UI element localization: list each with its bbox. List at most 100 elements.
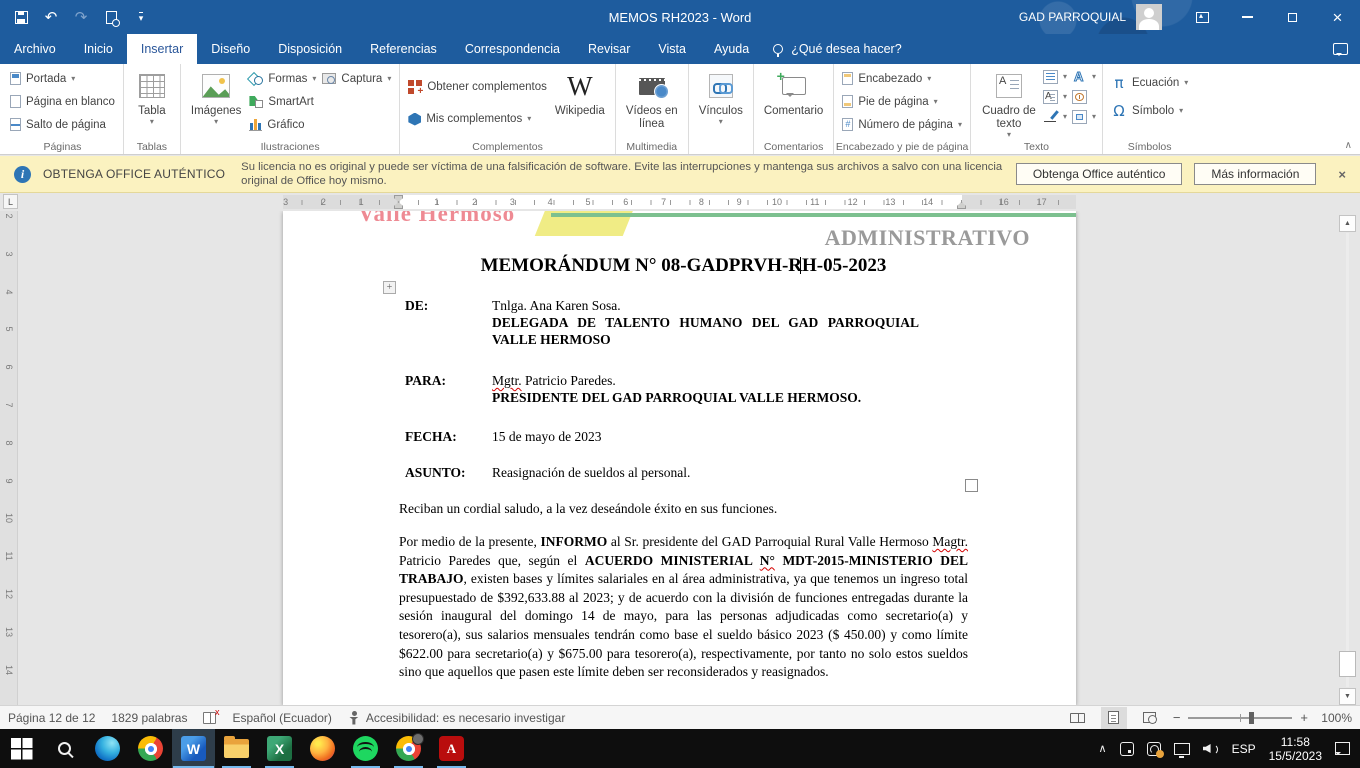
sync-tray-icon[interactable] (1147, 742, 1161, 756)
tab-archivo[interactable]: Archivo (0, 34, 70, 64)
simbolo-button[interactable]: ΩSímbolo▾ (1108, 99, 1191, 123)
tab-insertar[interactable]: Insertar (127, 34, 197, 64)
print-layout-button[interactable] (1101, 707, 1127, 729)
tab-ayuda[interactable]: Ayuda (700, 34, 763, 64)
scrollbar-thumb[interactable] (1339, 651, 1356, 677)
taskbar-edge-button[interactable] (86, 729, 129, 768)
imagenes-button[interactable]: Imágenes ▾ (186, 67, 247, 128)
wordart-button[interactable]: ▾ (1071, 69, 1097, 85)
taskbar-chrome-button[interactable] (129, 729, 172, 768)
tab-correspondencia[interactable]: Correspondencia (451, 34, 574, 64)
action-center-button[interactable] (1335, 742, 1350, 755)
undo-button[interactable]: ↶ (42, 8, 60, 26)
scrollbar-track[interactable] (1346, 233, 1349, 687)
smartart-button[interactable]: SmartArt (246, 90, 319, 113)
customize-qat-button[interactable]: ▾ (132, 8, 150, 26)
collapse-ribbon-button[interactable]: ∧ (1345, 140, 1352, 151)
vinculos-button[interactable]: Vínculos ▾ (694, 67, 748, 128)
taskbar-explorer-button[interactable] (215, 729, 258, 768)
mis-complementos-button[interactable]: Mis complementos▾ (405, 106, 550, 132)
minimize-button[interactable] (1225, 0, 1270, 34)
ecuacion-button[interactable]: πEcuación▾ (1108, 71, 1191, 95)
word-count[interactable]: 1829 palabras (111, 711, 187, 725)
more-info-button[interactable]: Más información (1194, 163, 1316, 185)
read-mode-button[interactable] (1065, 707, 1091, 729)
taskbar-search-button[interactable] (43, 729, 86, 768)
tray-chevron-button[interactable]: ∧ (1099, 742, 1107, 755)
captura-button[interactable]: Captura▾ (319, 67, 394, 90)
zoom-percentage[interactable]: 100% (1318, 711, 1352, 725)
tell-me-label: ¿Qué desea hacer? (791, 42, 902, 56)
objeto-button[interactable]: ▾ (1071, 109, 1097, 125)
wikipedia-button[interactable]: W Wikipedia (550, 67, 610, 120)
avatar[interactable] (1136, 4, 1162, 30)
language-indicator[interactable]: Español (Ecuador) (232, 711, 331, 725)
grafico-button[interactable]: Gráfico (246, 113, 319, 136)
taskbar-spotify-button[interactable] (344, 729, 387, 768)
document-page[interactable]: Valle Hermoso ADMINISTRATIVO MEMORÁNDUM … (283, 211, 1076, 705)
tab-vista[interactable]: Vista (644, 34, 700, 64)
scroll-down-button[interactable]: ▼ (1339, 688, 1356, 705)
tab-revisar[interactable]: Revisar (574, 34, 644, 64)
tab-diseño[interactable]: Diseño (197, 34, 264, 64)
zoom-slider-thumb[interactable] (1249, 712, 1254, 724)
banner-close-button[interactable]: × (1338, 167, 1346, 182)
taskbar-start-button[interactable] (0, 729, 43, 768)
ruler-number: 11 (809, 195, 821, 209)
taskbar-chrome-profile-button[interactable] (387, 729, 430, 768)
get-genuine-office-button[interactable]: Obtenga Office auténtico (1016, 163, 1183, 185)
accessibility-checker[interactable]: Accesibilidad: es necesario investigar (348, 711, 565, 725)
taskbar-word-button[interactable]: W (172, 729, 215, 768)
taskbar-acrobat-button[interactable]: A (430, 729, 473, 768)
encabezado-button[interactable]: Encabezado▾ (839, 67, 965, 90)
tab-referencias[interactable]: Referencias (356, 34, 451, 64)
numero-de-pagina-button[interactable]: Número de página▾ (839, 113, 965, 136)
clock[interactable]: 11:58 15/5/2023 (1269, 735, 1322, 763)
table-resize-handle[interactable] (965, 479, 978, 492)
elementos-rapidos-button[interactable]: ▾ (1042, 69, 1068, 85)
tabla-button[interactable]: Tabla ▾ (129, 67, 175, 128)
scroll-up-button[interactable]: ▲ (1339, 215, 1356, 232)
fecha-y-hora-button[interactable] (1071, 89, 1088, 105)
feedback-button[interactable] (1333, 34, 1348, 64)
portada-button[interactable]: Portada▾ (7, 67, 118, 90)
pagina-en-blanco-button[interactable]: Página en blanco (7, 90, 118, 113)
volume-tray-icon[interactable] (1203, 742, 1219, 756)
tell-me-button[interactable]: ¿Qué desea hacer? (763, 34, 912, 64)
proofing-error-icon[interactable] (203, 712, 216, 724)
tab-inicio[interactable]: Inicio (70, 34, 127, 64)
salto-de-pagina-button[interactable]: Salto de página (7, 113, 118, 136)
linea-de-firma-button[interactable]: ▾ (1042, 109, 1068, 125)
keyboard-language[interactable]: ESP (1232, 742, 1256, 756)
zoom-out-button[interactable]: − (1173, 710, 1181, 725)
network-tray-icon[interactable] (1174, 743, 1190, 755)
zoom-in-button[interactable]: + (1300, 710, 1308, 725)
letra-capital-button[interactable]: ▾ (1042, 89, 1068, 105)
page-indicator[interactable]: Página 12 de 12 (8, 711, 95, 725)
comentario-button[interactable]: Comentario (759, 67, 828, 120)
save-button[interactable] (12, 8, 30, 26)
ruler-number: 3 (280, 195, 292, 209)
ribbon-display-options-button[interactable] (1180, 0, 1225, 34)
taskbar-excel-button[interactable]: X (258, 729, 301, 768)
formas-button[interactable]: Formas▾ (246, 67, 319, 90)
close-button[interactable]: × (1315, 0, 1360, 34)
restore-button[interactable] (1270, 0, 1315, 34)
redo-button[interactable]: ↷ (72, 8, 90, 26)
account-name[interactable]: GAD PARROQUIAL (1019, 10, 1126, 24)
obtener-complementos-button[interactable]: Obtener complementos (405, 74, 550, 100)
print-preview-button[interactable] (102, 8, 120, 26)
tablet-mode-tray-icon[interactable] (1120, 742, 1134, 756)
store-icon (408, 80, 422, 94)
tab-disposición[interactable]: Disposición (264, 34, 356, 64)
cuadro-de-texto-button[interactable]: Cuadro de texto ▾ (976, 67, 1042, 141)
ribbon-group-complementos: Obtener complementos Mis complementos▾ W… (400, 64, 615, 154)
web-layout-button[interactable] (1137, 707, 1163, 729)
taskbar-firefox-button[interactable] (301, 729, 344, 768)
tab-stop-selector[interactable]: L (3, 194, 18, 209)
pie-de-pagina-button[interactable]: Pie de página▾ (839, 90, 965, 113)
zoom-slider-track[interactable] (1188, 717, 1292, 719)
table-move-handle[interactable]: + (383, 281, 396, 294)
videos-en-linea-button[interactable]: Vídeos en línea (621, 67, 683, 133)
wikipedia-label: Wikipedia (555, 105, 605, 118)
